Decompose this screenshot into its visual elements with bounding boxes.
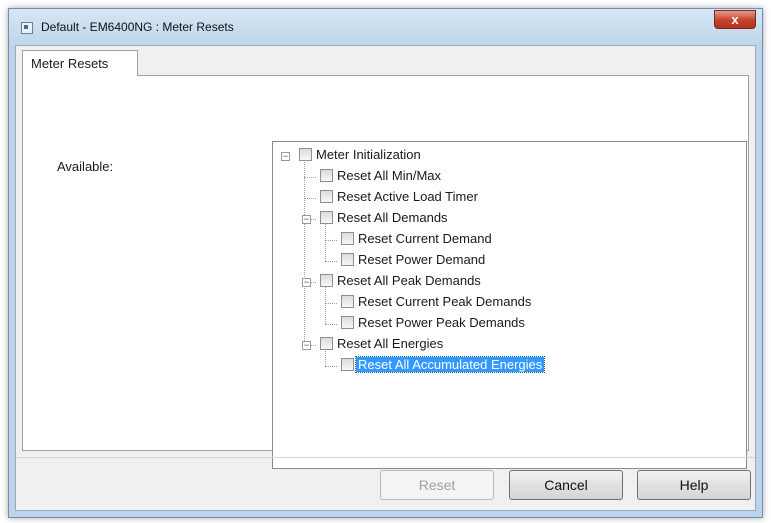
tree-item-label: Reset Current Demand xyxy=(358,231,492,246)
tree-item-label: Reset Power Demand xyxy=(358,252,486,267)
tree-item[interactable]: Reset All Min/Max xyxy=(320,167,443,185)
tree-item-checkbox[interactable] xyxy=(341,232,354,245)
tree-item[interactable]: Reset Power Peak Demands xyxy=(341,314,527,332)
tree-connector-line xyxy=(304,177,316,178)
window-title: Default - EM6400NG : Meter Resets xyxy=(41,20,234,34)
tree-collapse-icon[interactable]: − xyxy=(281,152,290,161)
tree-item-label: Reset All Demands xyxy=(337,210,448,225)
dialog-window: Default - EM6400NG : Meter Resets x Mete… xyxy=(8,8,763,518)
tree-connector-line xyxy=(325,240,337,241)
tree-connector-line xyxy=(325,261,337,262)
tree-item-label: Meter Initialization xyxy=(316,147,421,162)
tree-item[interactable]: Reset All Peak Demands xyxy=(320,272,483,290)
tree-item[interactable]: Meter Initialization xyxy=(299,146,423,164)
tree-item-checkbox[interactable] xyxy=(320,169,333,182)
tree-item-checkbox[interactable] xyxy=(341,358,354,371)
tree-item[interactable]: Reset Current Demand xyxy=(341,230,494,248)
cancel-button[interactable]: Cancel xyxy=(509,470,623,500)
tree-item-label: Reset Power Peak Demands xyxy=(358,315,525,330)
tree-connector-line xyxy=(325,303,337,304)
available-label: Available: xyxy=(57,159,114,174)
tree-item-label: Reset Current Peak Demands xyxy=(358,294,532,309)
dialog-client-area: Meter Resets Available: − Meter Initializ… xyxy=(15,45,756,511)
tree-connector-line xyxy=(325,223,326,261)
tree-connector-line xyxy=(325,366,337,367)
tree-item-checkbox[interactable] xyxy=(320,211,333,224)
tree-item-label: Reset All Energies xyxy=(337,336,444,351)
tree-collapse-icon[interactable]: − xyxy=(302,215,311,224)
tree-item-checkbox[interactable] xyxy=(320,337,333,350)
tree-item-label: Reset Active Load Timer xyxy=(337,189,478,204)
app-window-icon xyxy=(21,22,33,34)
tab-panel: Available: − Meter Initialization Reset Al… xyxy=(22,75,749,469)
help-button[interactable]: Help xyxy=(637,470,751,500)
tree-item-checkbox[interactable] xyxy=(341,316,354,329)
tree-item-label: Reset All Accumulated Energies xyxy=(354,356,546,373)
close-button[interactable]: x xyxy=(714,10,756,29)
tree-connector-line xyxy=(325,324,337,325)
tree-item[interactable]: Reset Current Peak Demands xyxy=(341,293,533,311)
tree-connector-line xyxy=(325,286,326,324)
tree-item-checkbox[interactable] xyxy=(320,274,333,287)
tree-item[interactable]: Reset Power Demand xyxy=(341,251,487,269)
tree-item-checkbox[interactable] xyxy=(320,190,333,203)
tree-item-checkbox[interactable] xyxy=(341,253,354,266)
tree-item-checkbox[interactable] xyxy=(299,148,312,161)
tree-item[interactable]: Reset All Demands xyxy=(320,209,450,227)
meter-reset-tree[interactable]: − Meter Initialization Reset All Min/Max Re… xyxy=(272,141,747,469)
tree-connector-line xyxy=(304,198,316,199)
tab-meter-resets[interactable]: Meter Resets xyxy=(22,50,138,76)
tree-item-checkbox[interactable] xyxy=(341,295,354,308)
tree-item-label: Reset All Peak Demands xyxy=(337,273,481,288)
title-bar[interactable]: Default - EM6400NG : Meter Resets x xyxy=(9,9,762,45)
tree-collapse-icon[interactable]: − xyxy=(302,341,311,350)
tree-item[interactable]: Reset All Energies xyxy=(320,335,445,353)
reset-button[interactable]: Reset xyxy=(380,470,494,500)
tree-item[interactable]: Reset All Accumulated Energies xyxy=(341,356,546,374)
tree-collapse-icon[interactable]: − xyxy=(302,278,311,287)
tree-item-label: Reset All Min/Max xyxy=(337,168,442,183)
tree-item[interactable]: Reset Active Load Timer xyxy=(320,188,480,206)
footer-divider xyxy=(16,457,755,458)
tree-connector-line xyxy=(304,160,305,345)
